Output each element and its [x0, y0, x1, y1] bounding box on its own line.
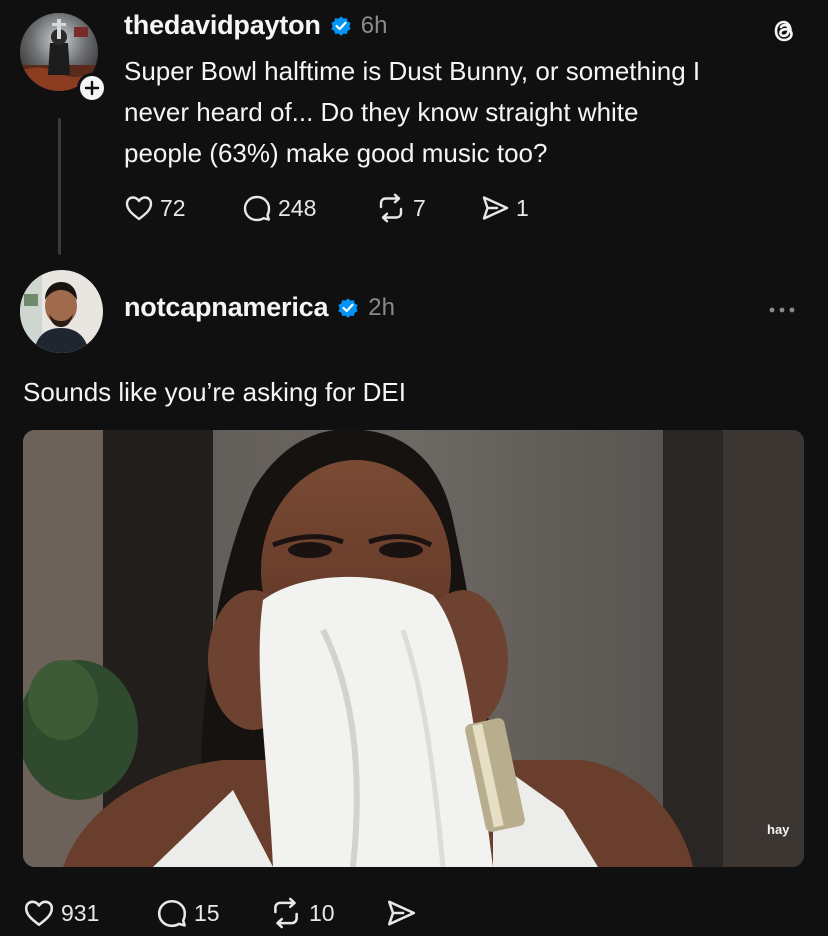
- like-count: 931: [61, 899, 100, 926]
- share-button[interactable]: 1: [480, 193, 529, 223]
- comment-button[interactable]: 248: [242, 193, 375, 223]
- more-icon[interactable]: [764, 300, 800, 320]
- repost-icon: [375, 193, 407, 223]
- post-1-text-line: people (63%) make good music too?: [124, 138, 548, 168]
- heart-icon: [23, 898, 55, 928]
- like-button[interactable]: 931: [23, 898, 156, 928]
- follow-plus-icon[interactable]: [77, 73, 107, 103]
- like-button[interactable]: 72: [124, 194, 242, 222]
- post-2-time: 2h: [368, 293, 395, 321]
- post-1-actions: 72 248 7 1: [124, 193, 529, 223]
- avatar-notcapnamerica[interactable]: [20, 270, 103, 353]
- threads-logo-icon[interactable]: [768, 15, 800, 47]
- post-1-username[interactable]: thedavidpayton: [124, 10, 321, 41]
- comment-icon: [242, 193, 272, 223]
- post-1-text-line: Super Bowl halftime is Dust Bunny, or so…: [124, 56, 701, 86]
- post-1-time: 6h: [360, 11, 388, 39]
- heart-icon: [124, 194, 154, 222]
- comment-button[interactable]: 15: [156, 897, 269, 929]
- repost-count: 7: [413, 194, 426, 221]
- post-2-username[interactable]: notcapnamerica: [124, 292, 328, 323]
- share-button[interactable]: [385, 897, 417, 929]
- comment-count: 248: [278, 194, 317, 221]
- comment-icon: [156, 897, 188, 929]
- repost-count: 10: [309, 899, 335, 926]
- post-1-text: Super Bowl halftime is Dust Bunny, or so…: [124, 51, 804, 174]
- post-2-text: Sounds like you’re asking for DEI: [23, 377, 406, 407]
- share-icon: [385, 897, 417, 929]
- repost-button[interactable]: 10: [269, 897, 385, 929]
- post-2-media-image[interactable]: hay: [23, 430, 804, 867]
- post-1-text-line: never heard of... Do they know straight …: [124, 97, 639, 127]
- verified-badge-icon: [336, 296, 360, 320]
- comment-count: 15: [194, 899, 220, 926]
- thread-connector-line: [58, 118, 61, 255]
- verified-badge-icon: [329, 14, 353, 38]
- share-icon: [480, 193, 510, 223]
- media-watermark: hay: [767, 822, 790, 837]
- repost-icon: [269, 897, 303, 929]
- share-count: 1: [516, 194, 529, 221]
- like-count: 72: [160, 194, 186, 221]
- repost-button[interactable]: 7: [375, 193, 480, 223]
- post-2-actions: 931 15 10: [23, 897, 417, 929]
